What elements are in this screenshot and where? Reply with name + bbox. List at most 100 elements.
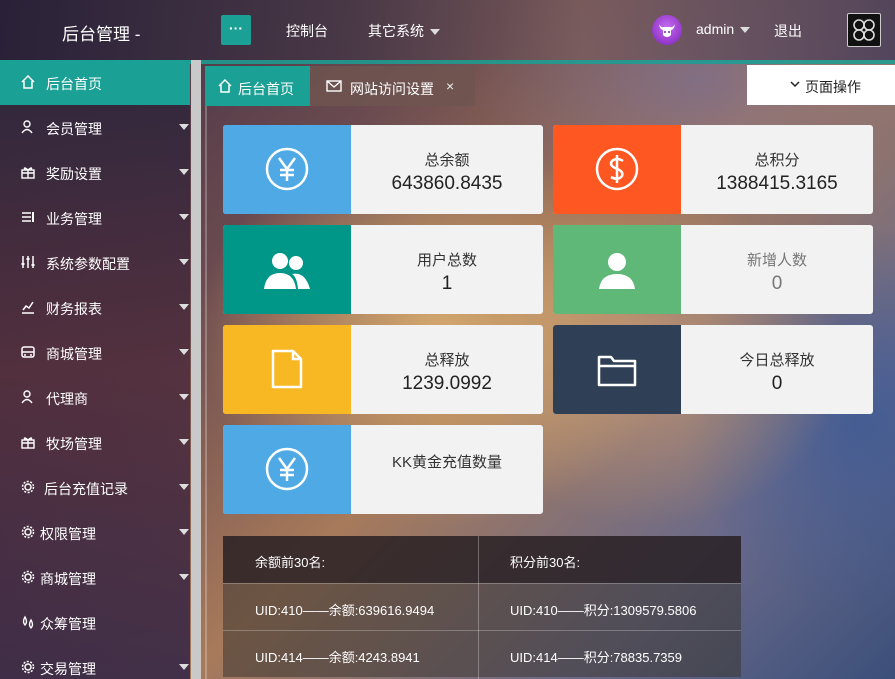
chevron-down-icon: [790, 81, 800, 88]
sidebar-item-recharge-records[interactable]: 后台充值记录: [0, 465, 190, 510]
sidebar-item-permissions[interactable]: 权限管理: [0, 510, 190, 555]
chevron-down-icon: [179, 439, 189, 445]
sidebar-item-label: 业务管理: [46, 211, 102, 227]
chevron-down-icon: [179, 304, 189, 310]
clover-icon: [853, 19, 875, 41]
gear-icon: [21, 570, 35, 584]
list-icon: [22, 212, 34, 222]
gift-icon: [21, 437, 35, 449]
stat-card-body: 今日总释放 0: [681, 325, 873, 414]
sidebar-item-rewards[interactable]: 奖励设置: [0, 150, 190, 195]
folder-icon: [597, 355, 637, 387]
user-menu[interactable]: admin: [696, 21, 751, 37]
nav-other-label: 其它系统: [368, 23, 424, 39]
user-icon: [21, 390, 33, 404]
stat-card-value: 0: [771, 373, 783, 394]
table-cell: UID:414——积分:78835.7359: [510, 650, 682, 665]
gift-icon: [21, 167, 35, 179]
tab-site-label: 网站访问设置: [350, 81, 434, 97]
chevron-down-icon: [179, 259, 189, 265]
stat-card-icon-bg: [223, 225, 351, 314]
stat-card-value: 1: [441, 273, 453, 294]
table-cell: UID:410——余额:639616.9494: [255, 603, 435, 618]
sidebar-item-label: 牧场管理: [46, 436, 102, 452]
ranking-table: 余额前30名: 积分前30名: UID:410——余额:639616.9494 …: [223, 536, 741, 679]
sidebar-item-crowdfunding[interactable]: 众筹管理: [0, 600, 190, 645]
dollar-icon: [595, 147, 639, 191]
stat-card-value: 1239.0992: [402, 373, 492, 394]
mail-icon: [326, 80, 342, 92]
stat-card-title: 总释放: [424, 352, 470, 369]
chevron-down-icon: [179, 169, 189, 175]
stat-card-body: 新增人数 0: [681, 225, 873, 314]
sidebar-item-business[interactable]: 业务管理: [0, 195, 190, 240]
stat-card-icon-bg: [553, 225, 681, 314]
gear-icon: [21, 480, 35, 494]
nav-dashboard-link[interactable]: 控制台: [286, 21, 328, 41]
close-icon[interactable]: ×: [446, 78, 454, 94]
chevron-down-icon: [179, 664, 189, 670]
sidebar-item-label: 后台首页: [46, 76, 102, 92]
yen-icon: [265, 147, 309, 191]
top-header: 后台管理 - ··· 控制台 其它系统 admin 退出: [0, 0, 895, 60]
tab-site-access-settings[interactable]: 网站访问设置 ×: [310, 66, 475, 106]
stat-card-new-users: 新增人数 0: [553, 225, 873, 314]
yen-icon: [265, 447, 309, 491]
tab-home-label: 后台首页: [238, 81, 294, 97]
stat-card-body: 总积分 1388415.3165: [681, 125, 873, 214]
sidebar-item-label: 会员管理: [46, 121, 102, 137]
chevron-down-icon: [430, 29, 440, 36]
sidebar-item-label: 财务报表: [46, 301, 102, 317]
sidebar-item-ranch[interactable]: 牧场管理: [0, 420, 190, 465]
logout-link[interactable]: 退出: [774, 21, 802, 41]
stat-card-icon-bg: [553, 125, 681, 214]
nav-other-systems-menu[interactable]: 其它系统: [368, 21, 440, 41]
drops-icon: [22, 615, 34, 629]
sidebar-item-shop-2[interactable]: 商城管理: [0, 555, 190, 600]
sidebar-item-label: 后台充值记录: [44, 481, 128, 497]
stat-card-body: 用户总数 1: [351, 225, 543, 314]
page-operations-button[interactable]: 页面操作: [747, 65, 895, 105]
stat-card-icon-bg: [223, 125, 351, 214]
sidebar-item-trades[interactable]: 交易管理: [0, 645, 190, 679]
sidebar-item-shop[interactable]: 商城管理: [0, 330, 190, 375]
sidebar-scrollbar[interactable]: [191, 60, 201, 679]
tab-home[interactable]: 后台首页: [205, 66, 310, 106]
stat-card-icon-bg: [553, 325, 681, 414]
chevron-down-icon: [179, 349, 189, 355]
sidebar-item-label: 权限管理: [40, 526, 96, 542]
stat-card-icon-bg: [223, 425, 351, 514]
avatar[interactable]: [652, 15, 682, 45]
sidebar-item-label: 商城管理: [46, 346, 102, 362]
sidebar-item-system-params[interactable]: 系统参数配置: [0, 240, 190, 285]
sidebar-item-label: 商城管理: [40, 571, 96, 587]
table-cell: UID:414——余额:4243.8941: [255, 650, 420, 665]
stat-card-total-balance: 总余额 643860.8435: [223, 125, 543, 214]
table-row: UID:410——余额:639616.9494 UID:410——积分:1309…: [223, 583, 741, 630]
menu-toggle-button[interactable]: ···: [221, 15, 251, 45]
table-cell: UID:410——积分:1309579.5806: [510, 603, 697, 618]
sidebar-item-label: 众筹管理: [40, 616, 96, 632]
theme-switch-button[interactable]: [847, 13, 881, 47]
sidebar-item-finance[interactable]: 财务报表: [0, 285, 190, 330]
sidebar-item-members[interactable]: 会员管理: [0, 105, 190, 150]
file-icon: [271, 349, 303, 389]
chevron-down-icon: [740, 27, 751, 34]
table-header-cell: 积分前30名:: [510, 555, 581, 570]
table-row: UID:414——余额:4243.8941 UID:414——积分:78835.…: [223, 630, 741, 677]
stat-card-title: 总余额: [424, 152, 470, 169]
shop-icon: [21, 346, 35, 358]
sliders-icon: [21, 256, 35, 268]
stat-card-value: 643860.8435: [391, 173, 503, 194]
home-icon: [21, 74, 35, 89]
gear-icon: [21, 660, 35, 674]
stat-card-icon-bg: [223, 325, 351, 414]
sidebar-item-label: 奖励设置: [46, 166, 102, 182]
sidebar-item-agents[interactable]: 代理商: [0, 375, 190, 420]
column-divider: [478, 536, 479, 679]
chevron-down-icon: [179, 484, 189, 490]
stat-card-title: 新增人数: [746, 252, 807, 269]
chevron-down-icon: [179, 394, 189, 400]
stat-card-body: 总释放 1239.0992: [351, 325, 543, 414]
sidebar-item-home[interactable]: 后台首页: [0, 60, 190, 105]
